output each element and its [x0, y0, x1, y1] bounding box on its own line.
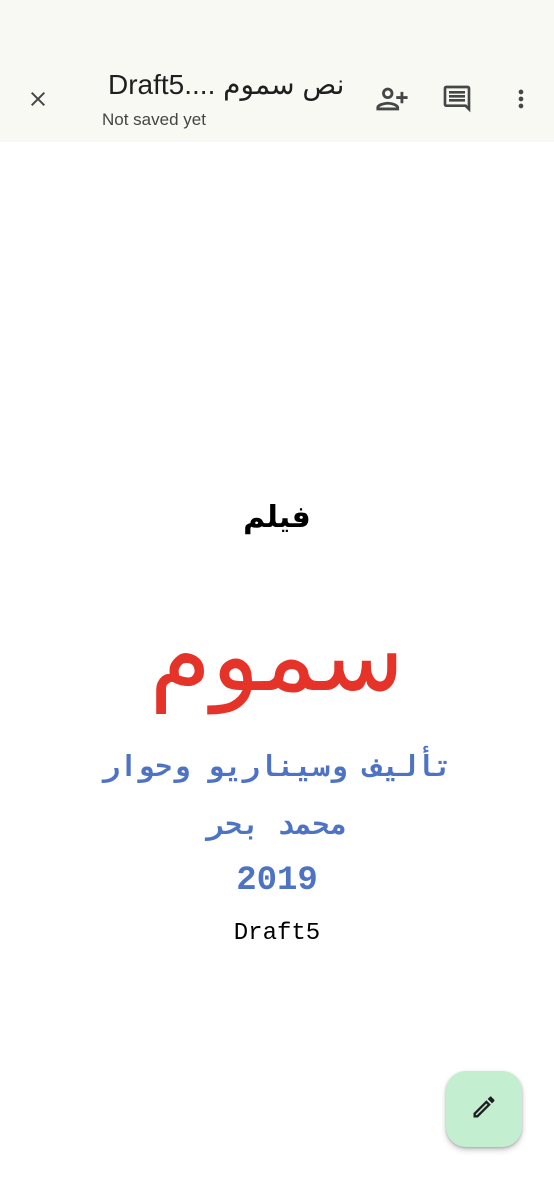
document-title: نص سموم ....Draft5: [108, 69, 345, 100]
year-text: 2019: [236, 862, 318, 900]
comments-button[interactable]: [433, 75, 481, 123]
close-icon: [26, 87, 50, 111]
document-page[interactable]: فيلم سموم تأليف وسيناريو وحوار محمد بحر …: [0, 142, 554, 1200]
author-name: محمد بحر: [207, 807, 347, 841]
edit-fab-button[interactable]: [446, 1071, 522, 1147]
credits-line: تأليف وسيناريو وحوار: [102, 749, 452, 783]
status-bar: [0, 0, 554, 56]
edit-pencil-icon: [470, 1093, 498, 1126]
share-button[interactable]: [368, 75, 416, 123]
film-label: فيلم: [243, 500, 311, 535]
draft-label: Draft5: [233, 920, 321, 947]
save-status: Not saved yet: [102, 110, 206, 129]
close-button[interactable]: [14, 75, 62, 123]
more-vert-icon: [507, 85, 535, 113]
person-add-icon: [375, 82, 409, 116]
comment-icon: [441, 83, 473, 115]
film-title: سموم: [149, 597, 405, 714]
app-bar: نص سموم ....Draft5 Not saved yet: [0, 56, 554, 142]
more-options-button[interactable]: [497, 75, 545, 123]
